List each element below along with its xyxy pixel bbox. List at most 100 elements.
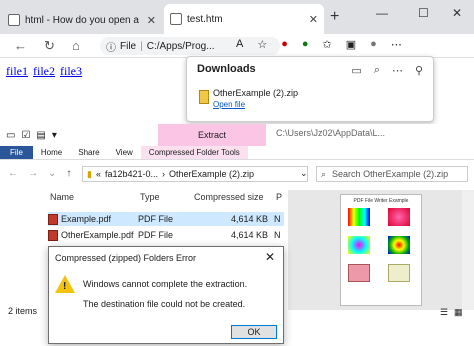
file-name: Example.pdf: [61, 214, 112, 224]
column-name[interactable]: Name: [48, 192, 138, 206]
toolbar-icons: A ☆ ● ● ✩ ▣ ● ⋯: [236, 38, 402, 51]
ok-button[interactable]: OK: [231, 325, 277, 339]
address-path: C:/Apps/Prog...: [146, 40, 215, 52]
radial-thumbnail: [348, 236, 370, 254]
pin-icon[interactable]: ⚲: [415, 64, 423, 77]
more-icon[interactable]: ⋯: [391, 38, 402, 51]
rainbow-thumbnail: [388, 236, 410, 254]
new-folder-icon[interactable]: ▤: [36, 130, 45, 141]
back-icon[interactable]: ←: [14, 38, 27, 53]
pdf-icon: [48, 229, 58, 241]
explorer-search[interactable]: ⌕ Search OtherExample (2).zip: [316, 166, 468, 182]
file-size: 4,614 KB: [230, 214, 268, 224]
breadcrumb-overflow[interactable]: «: [96, 169, 101, 179]
column-type[interactable]: Type: [138, 192, 192, 206]
tab-html-question[interactable]: html - How do you open a zipped ✕: [2, 6, 162, 34]
file-type: PDF File: [138, 214, 174, 224]
column-headers: Name Type Compressed size P: [48, 192, 284, 206]
breadcrumb-separator: ›: [162, 169, 166, 179]
properties-icon[interactable]: ☑: [21, 130, 30, 141]
large-icons-view-icon[interactable]: ▦: [454, 307, 463, 318]
column-compressed-size[interactable]: Compressed size: [192, 192, 274, 206]
dropdown-icon[interactable]: ▾: [52, 130, 57, 141]
breadcrumb-folder[interactable]: fa12b421-0...: [105, 169, 158, 179]
favorite-icon[interactable]: ☆: [257, 38, 267, 51]
zip-folder-icon: ▮: [87, 168, 92, 179]
new-tab-button[interactable]: +: [330, 8, 339, 26]
ribbon-tab-compressed-folder-tools[interactable]: Compressed Folder Tools: [140, 146, 248, 159]
warning-mark: !: [63, 281, 67, 292]
tab-test-htm[interactable]: test.htm ✕: [164, 4, 324, 34]
file-p: N: [274, 214, 281, 224]
xbox-icon[interactable]: ●: [302, 38, 309, 51]
heart-thumbnail: [388, 208, 410, 226]
search-placeholder: Search OtherExample (2).zip: [332, 169, 449, 179]
search-icon: ⌕: [321, 168, 327, 179]
back-icon[interactable]: ←: [8, 168, 18, 179]
explorer-address-bar[interactable]: ▮ « fa12b421-0... › OtherExample (2).zip: [82, 166, 308, 182]
ribbon-tab-view[interactable]: View: [108, 146, 141, 159]
recent-icon[interactable]: ⌄: [48, 168, 56, 179]
explorer-icon: ▭: [6, 129, 16, 141]
address-divider: |: [140, 40, 143, 52]
list-item[interactable]: OtherExample.pdf PDF File 4,614 KB N: [48, 228, 284, 242]
zip-file-icon: [199, 90, 209, 104]
ribbon-tab-file[interactable]: File: [0, 146, 33, 159]
tab-title: test.htm: [187, 13, 223, 25]
page-icon: [8, 14, 20, 26]
forward-icon[interactable]: →: [28, 168, 38, 179]
home-icon[interactable]: ⌂: [72, 38, 80, 53]
close-icon[interactable]: ✕: [265, 250, 275, 264]
avatar[interactable]: ●: [370, 38, 377, 51]
read-aloud-icon[interactable]: A: [236, 38, 243, 51]
list-item[interactable]: Example.pdf PDF File 4,614 KB N: [48, 212, 284, 226]
file-p: N: [274, 230, 281, 240]
page-icon: [170, 13, 182, 25]
close-icon[interactable]: ✕: [309, 13, 318, 26]
minimize-icon[interactable]: —: [376, 6, 388, 20]
ribbon-tabs: File Home Share View Compressed Folder T…: [0, 146, 474, 160]
path-dropdown-icon[interactable]: ⌄: [300, 168, 308, 179]
dialog-title: Compressed (zipped) Folders Error: [55, 253, 197, 263]
ribbon-tab-home[interactable]: Home: [33, 146, 70, 159]
dialog-message-1: Windows cannot complete the extraction.: [83, 279, 248, 289]
adblock-icon[interactable]: ●: [281, 38, 288, 51]
up-icon[interactable]: ↑: [66, 168, 71, 179]
favorites-bar-icon[interactable]: ✩: [323, 38, 332, 51]
address-scheme: File: [120, 40, 137, 52]
more-icon[interactable]: ⋯: [392, 64, 403, 77]
open-file-link[interactable]: Open file: [213, 100, 245, 109]
window-title-path: C:\Users\Jz02\AppData\L...: [276, 128, 386, 138]
search-icon[interactable]: ⌕: [374, 64, 380, 77]
error-dialog: Compressed (zipped) Folders Error ✕ ! Wi…: [48, 246, 284, 344]
tab-title: html - How do you open a zipped: [25, 14, 142, 26]
downloads-panel: Downloads ▭ ⌕ ⋯ ⚲ OtherExample (2).zip O…: [186, 56, 434, 122]
scrollbar[interactable]: [462, 190, 474, 310]
page-links: file1 file2 file3: [6, 64, 84, 79]
extract-tab[interactable]: Extract: [158, 124, 266, 146]
breadcrumb-current[interactable]: OtherExample (2).zip: [169, 169, 254, 179]
file1-link[interactable]: file1: [6, 64, 28, 78]
navigation-pane[interactable]: [0, 190, 40, 305]
pattern-thumbnail: [348, 264, 370, 282]
close-icon[interactable]: ✕: [147, 14, 156, 27]
status-item-count: 2 items: [8, 306, 38, 316]
download-file-name[interactable]: OtherExample (2).zip: [213, 88, 298, 98]
folder-icon[interactable]: ▭: [351, 64, 361, 77]
file2-link[interactable]: file2: [33, 64, 55, 78]
refresh-icon[interactable]: ↻: [44, 38, 55, 54]
file-name: OtherExample.pdf: [61, 230, 134, 240]
file3-link[interactable]: file3: [60, 64, 82, 78]
close-window-icon[interactable]: ✕: [452, 6, 462, 20]
file-type: PDF File: [138, 230, 174, 240]
pdf-icon: [48, 213, 58, 225]
gradient-thumbnail: [348, 208, 370, 226]
dialog-message-2: The destination file could not be create…: [83, 299, 246, 309]
column-p[interactable]: P: [274, 192, 284, 206]
pattern-thumbnail: [388, 264, 410, 282]
collections-icon[interactable]: ▣: [346, 38, 356, 51]
explorer-nav: ← → ⌄ ↑: [8, 168, 71, 179]
ribbon-tab-share[interactable]: Share: [70, 146, 107, 159]
maximize-icon[interactable]: ☐: [418, 6, 429, 20]
details-view-icon[interactable]: ☰: [440, 307, 448, 318]
